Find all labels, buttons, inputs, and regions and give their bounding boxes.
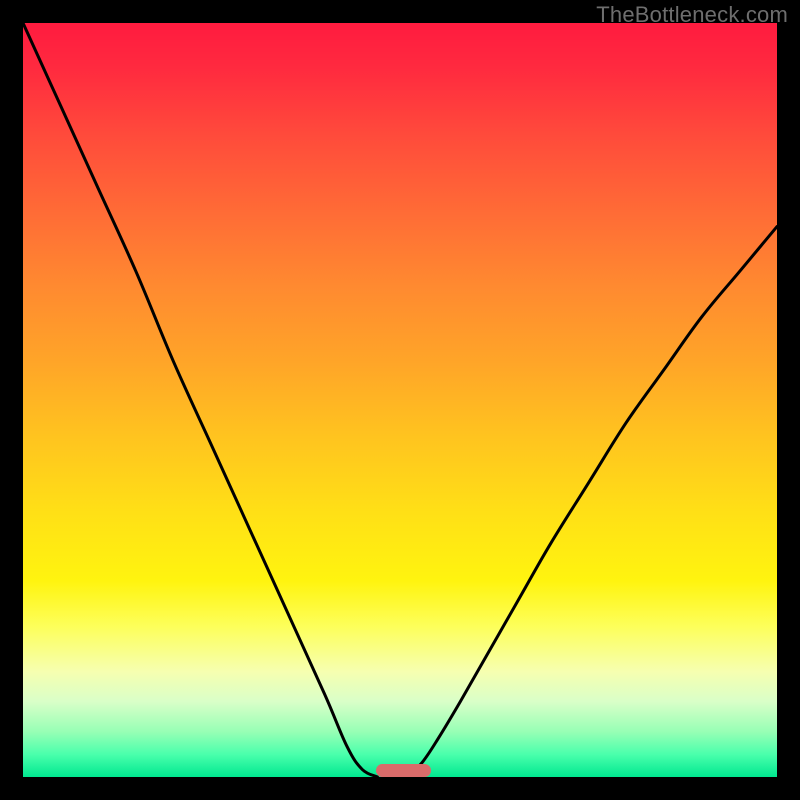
chart-curves [23,23,777,777]
curve-left [23,23,377,777]
curve-right [408,227,778,777]
watermark-text: TheBottleneck.com [596,2,788,28]
optimum-marker [376,764,431,777]
